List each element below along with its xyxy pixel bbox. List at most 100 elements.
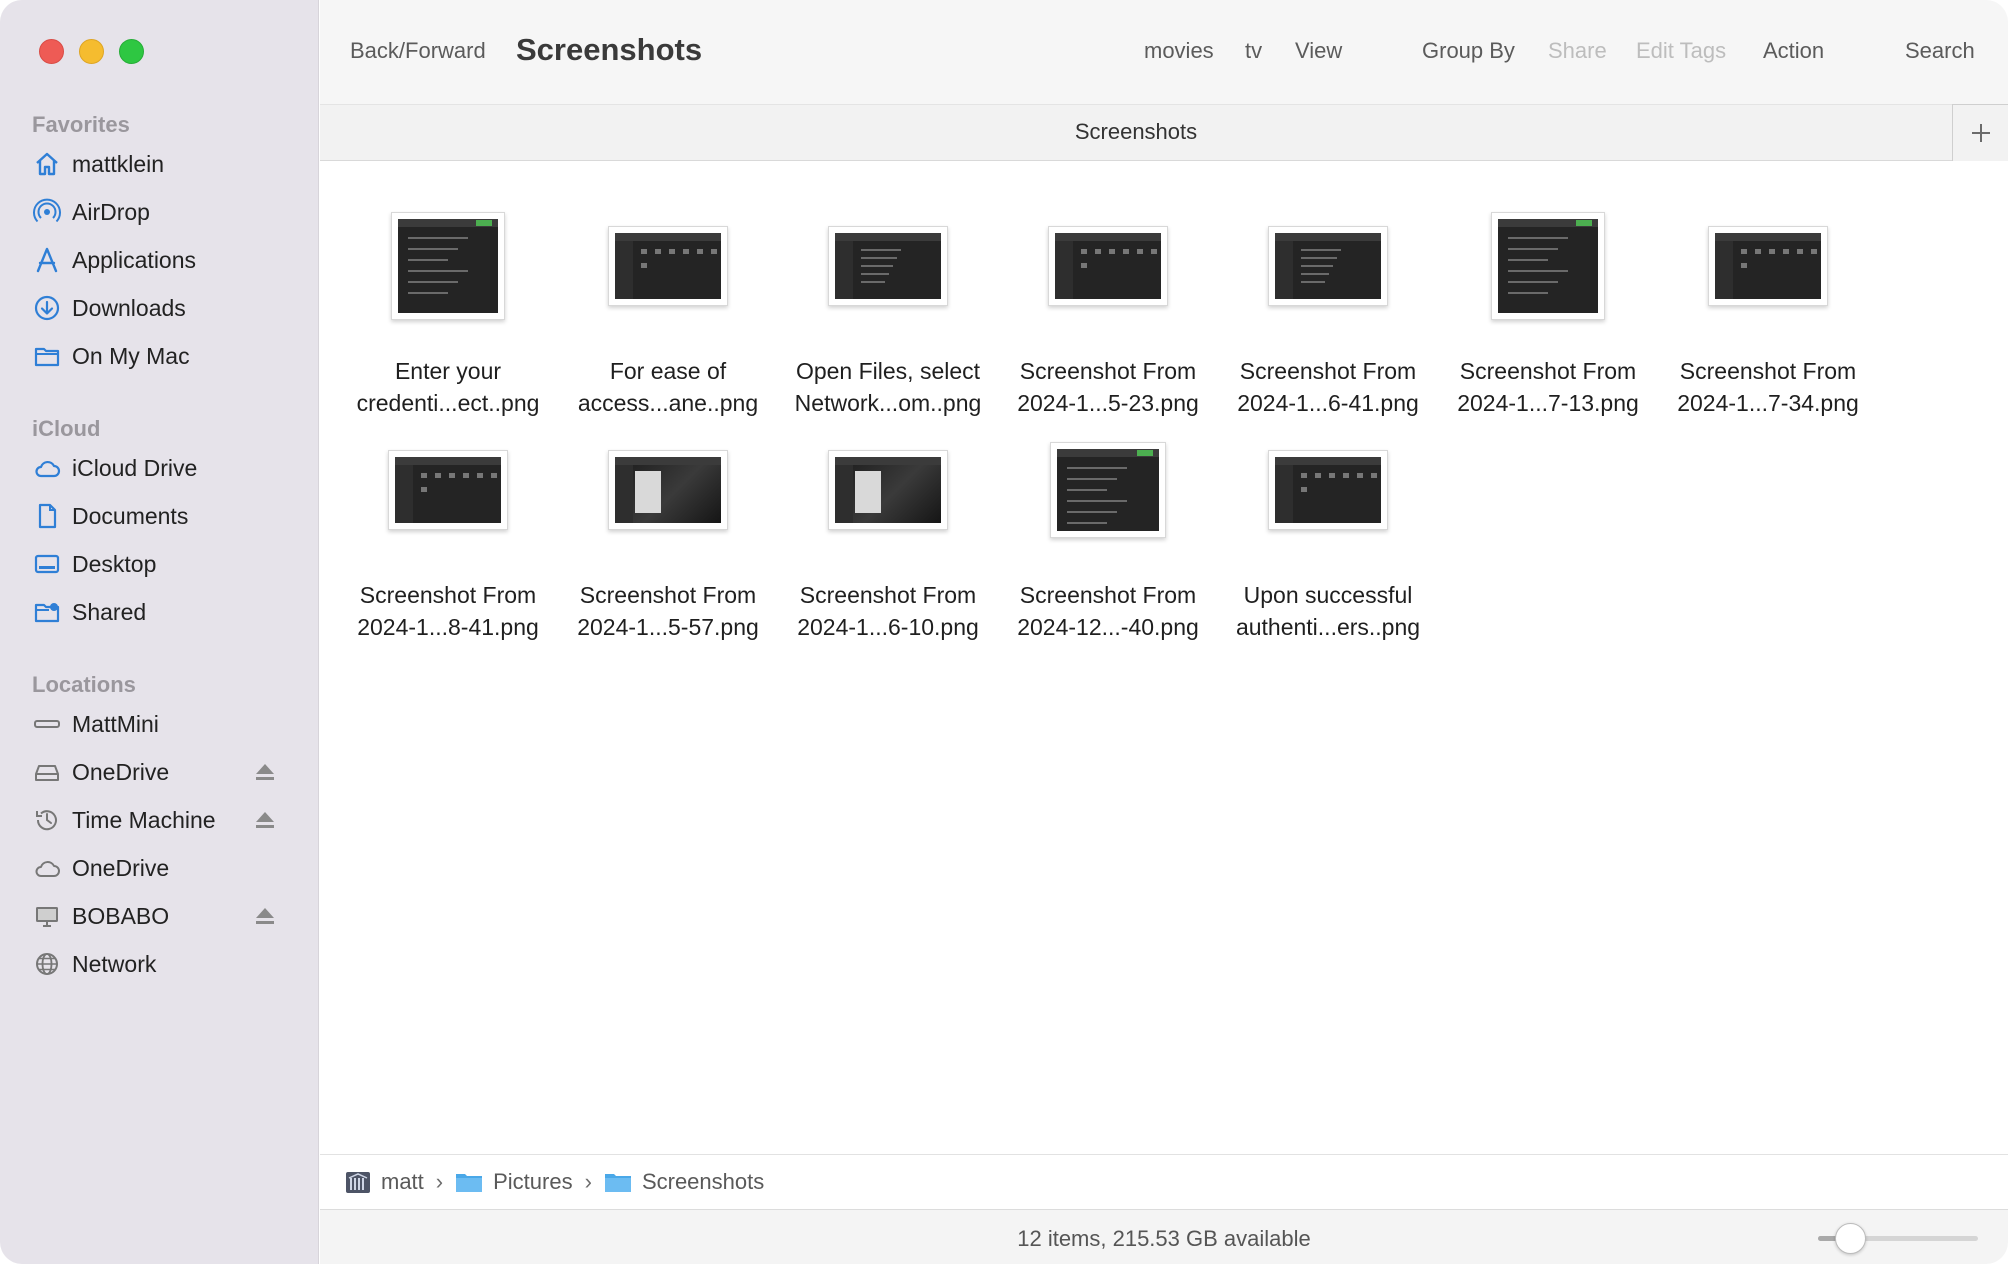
sidebar-item-mattklein[interactable]: mattklein (0, 140, 319, 188)
thumbnail-detail (861, 257, 897, 259)
file-item[interactable]: Screenshot From 2024-1...5-57.png (558, 415, 778, 643)
file-item[interactable]: Screenshot From 2024-1...6-10.png (778, 415, 998, 643)
minimize-button[interactable] (79, 39, 104, 64)
eject-icon[interactable] (253, 904, 277, 928)
file-name: Screenshot From 2024-1...6-41.png (1218, 355, 1438, 419)
file-name-line2: 2024-12...-40.png (1017, 614, 1199, 640)
file-name-line1: Screenshot From (1239, 358, 1417, 384)
sidebar-item-bobabo[interactable]: BOBABO (0, 892, 319, 940)
sidebar-favorites: Favorites mattklein AirDrop Applications (0, 110, 319, 380)
thumbnail-detail (1301, 473, 1307, 478)
file-item[interactable]: Upon successful authenti...ers..png (1218, 415, 1438, 643)
eject-icon[interactable] (253, 760, 277, 784)
tv-button[interactable]: tv (1245, 38, 1262, 64)
file-name-line1: Enter your (394, 358, 502, 384)
slider-knob[interactable] (1835, 1223, 1866, 1254)
plus-icon (1971, 124, 1990, 142)
action-button[interactable]: Action (1763, 38, 1824, 64)
file-name: Enter your credenti...ect..png (338, 355, 558, 419)
sidebar-item-mattmini[interactable]: MattMini (0, 700, 319, 748)
zoom-button[interactable] (119, 39, 144, 64)
status-bar: 12 items, 215.53 GB available (320, 1209, 2008, 1264)
file-name: Screenshot From 2024-1...7-34.png (1658, 355, 1878, 419)
downloads-icon (32, 293, 62, 323)
thumbnail-detail (683, 249, 689, 254)
group-by-button[interactable]: Group By (1422, 38, 1515, 64)
file-name: Screenshot From 2024-1...5-57.png (558, 579, 778, 643)
time-machine-icon (32, 805, 62, 835)
thumbnail-detail (1275, 241, 1293, 299)
path-crumb-matt[interactable]: matt (345, 1169, 424, 1195)
eject-icon[interactable] (253, 808, 277, 832)
icon-size-slider[interactable] (1818, 1223, 1978, 1254)
thumbnail-detail (641, 263, 647, 268)
edit-tags-button[interactable]: Edit Tags (1636, 38, 1726, 64)
file-item[interactable]: For ease of access...ane..png (558, 191, 778, 419)
file-item[interactable]: Screenshot From 2024-1...7-34.png (1658, 191, 1878, 419)
thumbnail-detail (491, 473, 497, 478)
thumbnail-detail (1715, 233, 1821, 241)
path-crumb-label: Pictures (493, 1169, 573, 1194)
file-thumbnail (608, 226, 728, 306)
sidebar-item-time-machine[interactable]: Time Machine (0, 796, 319, 844)
file-item[interactable]: Screenshot From 2024-1...7-13.png (1438, 191, 1658, 419)
thumbnail-detail (1797, 249, 1803, 254)
thumbnail-detail (1275, 233, 1381, 241)
thumbnail-detail (1811, 249, 1817, 254)
folder-icon (32, 341, 62, 371)
folder-icon (604, 1174, 631, 1192)
thumbnail-detail (408, 281, 458, 283)
thumbnail-detail (1301, 249, 1341, 251)
desktop-icon (32, 549, 62, 579)
thumbnail-detail (835, 457, 941, 465)
sidebar-item-shared[interactable]: Shared (0, 588, 319, 636)
thumbnail-detail (408, 259, 448, 261)
sidebar-item-desktop[interactable]: Desktop (0, 540, 319, 588)
thumbnail-detail (861, 273, 889, 275)
thumbnail-detail (1109, 249, 1115, 254)
sidebar-item-documents[interactable]: Documents (0, 492, 319, 540)
file-thumbnail (608, 450, 728, 530)
file-item[interactable]: Screenshot From 2024-1...6-41.png (1218, 191, 1438, 419)
thumbnail-detail (1301, 265, 1333, 267)
file-name: Screenshot From 2024-1...7-13.png (1438, 355, 1658, 419)
file-thumbnail (1268, 226, 1388, 306)
thumbnail-detail (1741, 263, 1747, 268)
file-item[interactable]: Screenshot From 2024-12...-40.png (998, 415, 1218, 643)
sidebar-item-airdrop[interactable]: AirDrop (0, 188, 319, 236)
new-tab-button[interactable] (1952, 104, 2008, 161)
thumbnail-detail (449, 473, 455, 478)
file-item[interactable]: Enter your credenti...ect..png (338, 191, 558, 419)
close-button[interactable] (39, 39, 64, 64)
window-controls (39, 39, 144, 64)
movies-button[interactable]: movies (1144, 38, 1214, 64)
file-item[interactable]: Open Files, select Network...om..png (778, 191, 998, 419)
sidebar-item-onedrive[interactable]: OneDrive (0, 748, 319, 796)
back-forward-button[interactable]: Back/Forward (350, 38, 486, 64)
sidebar-item-applications[interactable]: Applications (0, 236, 319, 284)
share-button[interactable]: Share (1548, 38, 1607, 64)
file-item[interactable]: Screenshot From 2024-1...8-41.png (338, 415, 558, 643)
search-button[interactable]: Search (1905, 38, 1975, 64)
thumbnail-image (1275, 233, 1381, 299)
file-name: For ease of access...ane..png (558, 355, 778, 419)
tab-bar: Screenshots (320, 104, 2008, 161)
file-name: Screenshot From 2024-1...5-23.png (998, 355, 1218, 419)
sidebar-item-icloud-drive[interactable]: iCloud Drive (0, 444, 319, 492)
thumbnail-detail (1371, 473, 1377, 478)
sidebar-item-downloads[interactable]: Downloads (0, 284, 319, 332)
file-thumbnail (1491, 212, 1605, 320)
sidebar-item-on-my-mac[interactable]: On My Mac (0, 332, 319, 380)
sidebar-item-onedrive-cloud[interactable]: OneDrive (0, 844, 319, 892)
sidebar-item-label: MattMini (72, 710, 159, 737)
path-crumb-pictures[interactable]: Pictures (455, 1169, 573, 1195)
thumbnail-detail (655, 249, 661, 254)
sidebar-item-network[interactable]: Network (0, 940, 319, 988)
file-item[interactable]: Screenshot From 2024-1...5-23.png (998, 191, 1218, 419)
tab-screenshots[interactable]: Screenshots (320, 119, 1952, 145)
path-crumb-screenshots[interactable]: Screenshots (604, 1169, 764, 1195)
file-thumbnail (1708, 226, 1828, 306)
view-button[interactable]: View (1295, 38, 1342, 64)
file-thumbnail (1268, 450, 1388, 530)
path-crumb-label: matt (381, 1169, 424, 1194)
